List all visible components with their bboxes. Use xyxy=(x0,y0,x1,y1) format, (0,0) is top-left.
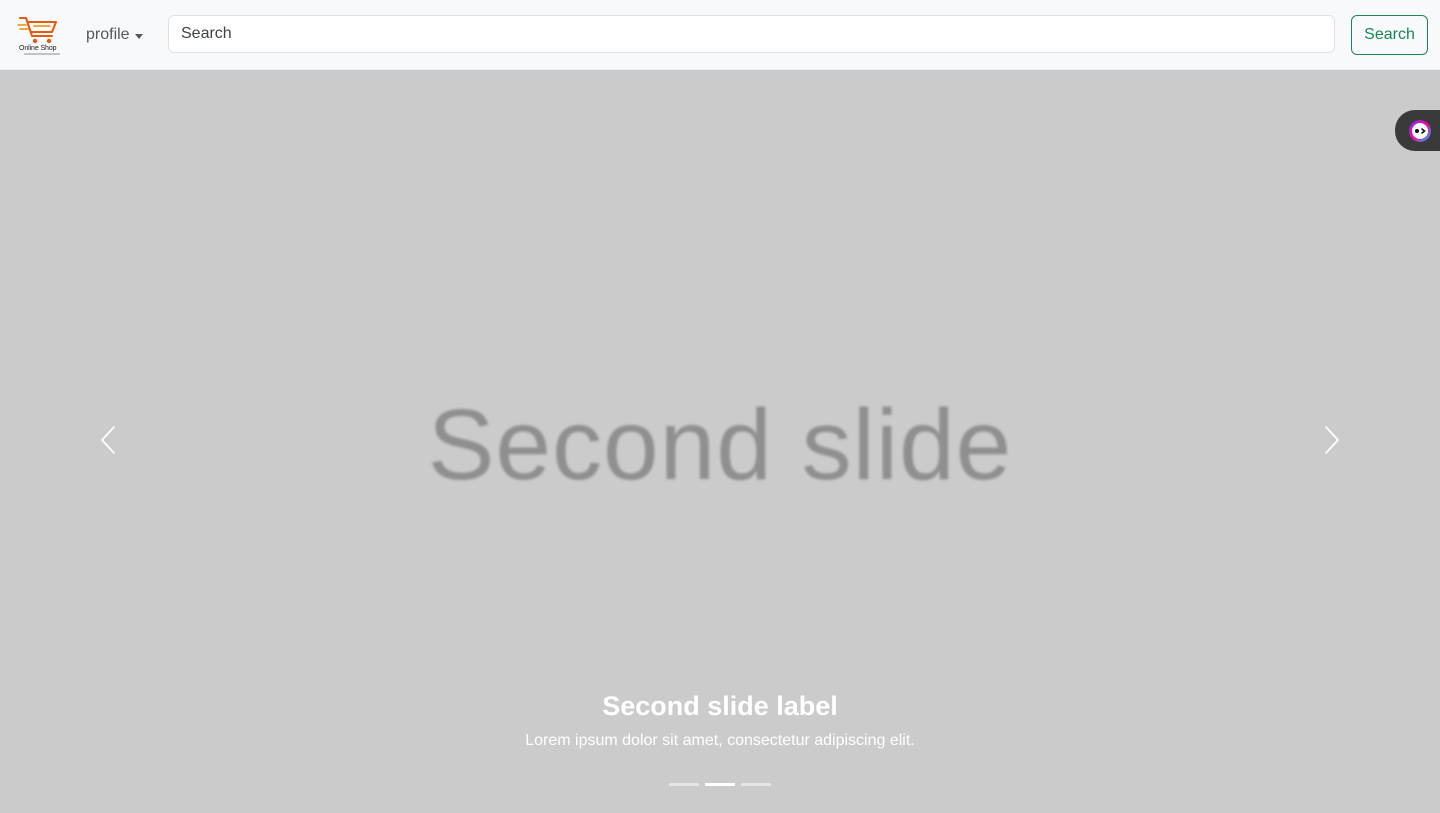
shopping-cart-icon xyxy=(17,17,57,44)
carousel-indicator-1[interactable] xyxy=(669,783,699,786)
brand-name: Online Shop xyxy=(19,45,57,52)
profile-label: profile xyxy=(86,26,130,43)
carousel-next-button[interactable] xyxy=(1317,425,1347,455)
brand-tagline xyxy=(24,53,60,55)
carousel-prev-button[interactable] xyxy=(93,425,123,455)
caret-down-icon xyxy=(134,33,143,39)
caption-text: Lorem ipsum dolor sit amet, consectetur … xyxy=(525,732,915,750)
carousel-indicator-2[interactable] xyxy=(705,783,735,786)
carousel-indicator-3[interactable] xyxy=(741,783,771,786)
chevron-right-icon xyxy=(1325,426,1339,454)
chevron-left-icon xyxy=(101,426,115,454)
caption-title: Second slide label xyxy=(602,691,838,721)
carousel: Second slide Second slide label Lorem ip… xyxy=(0,70,1440,813)
carousel-caption: Second slide label Lorem ipsum dolor sit… xyxy=(0,690,1440,750)
brand-logo[interactable]: Online Shop xyxy=(16,12,64,60)
search-button[interactable]: Search xyxy=(1351,15,1428,55)
navbar: Online Shop profile Search xyxy=(0,0,1440,70)
slide-placeholder-text: Second slide xyxy=(427,389,1013,501)
extension-icon xyxy=(1409,120,1431,142)
extension-widget[interactable] xyxy=(1395,110,1440,151)
profile-dropdown[interactable]: profile xyxy=(86,24,143,46)
search-input[interactable] xyxy=(168,15,1335,53)
carousel-indicators xyxy=(0,783,1440,786)
